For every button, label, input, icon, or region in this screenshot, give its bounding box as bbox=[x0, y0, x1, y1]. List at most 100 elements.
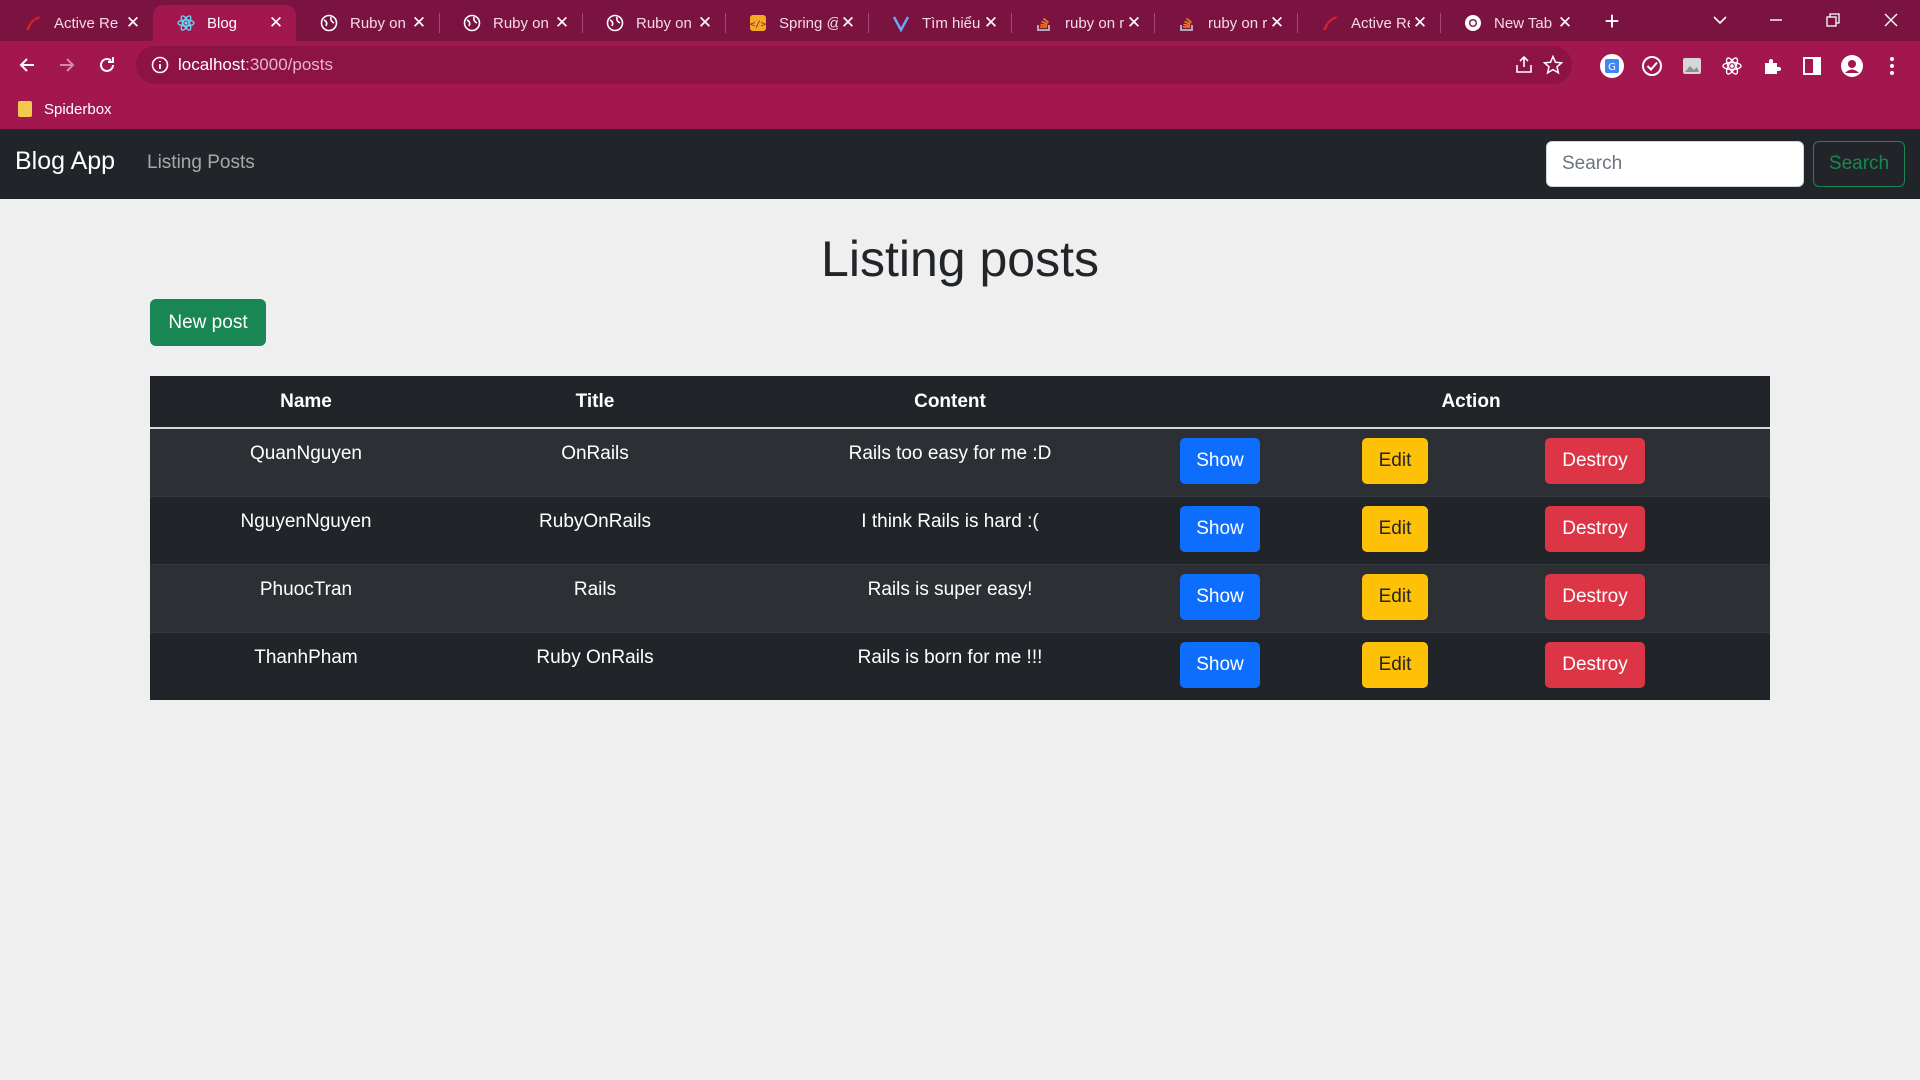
stackoverflow-icon bbox=[1178, 14, 1196, 32]
cell-content: Rails is born for me !!! bbox=[728, 631, 1172, 700]
tab-title: Ruby on R bbox=[350, 14, 409, 32]
row-actions: Show Edit Destroy bbox=[1172, 505, 1770, 552]
table-header-row: Name Title Content Action bbox=[150, 376, 1770, 429]
react-icon bbox=[177, 14, 195, 32]
destroy-button[interactable]: Destroy bbox=[1545, 573, 1645, 620]
close-icon[interactable]: ✕ bbox=[981, 13, 1001, 33]
show-button[interactable]: Show bbox=[1180, 641, 1260, 688]
table-row: PhuocTran Rails Rails is super easy! Sho… bbox=[150, 563, 1770, 632]
show-button[interactable]: Show bbox=[1180, 438, 1260, 484]
cell-title: OnRails bbox=[561, 443, 629, 464]
tab-title: Ruby on R bbox=[636, 14, 695, 32]
browser-tab[interactable]: Active Re ✕ bbox=[1297, 5, 1440, 41]
bookmark-folder[interactable]: Spiderbox bbox=[18, 97, 112, 121]
code-icon: </> bbox=[749, 14, 767, 32]
close-icon[interactable]: ✕ bbox=[409, 13, 429, 33]
browser-tab[interactable]: Tìm hiểu ✕ bbox=[868, 5, 1011, 41]
new-tab-button[interactable]: + bbox=[1598, 6, 1626, 36]
globe-icon bbox=[320, 14, 338, 32]
share-icon[interactable] bbox=[1513, 54, 1535, 76]
profile-avatar-icon[interactable] bbox=[1839, 53, 1865, 79]
new-post-button[interactable]: New post bbox=[150, 299, 266, 346]
browser-tab[interactable]: Ruby on R ✕ bbox=[296, 5, 439, 41]
table-row: NguyenNguyen RubyOnRails I think Rails i… bbox=[150, 495, 1770, 564]
cell-name: NguyenNguyen bbox=[150, 495, 462, 564]
folder-icon bbox=[18, 101, 32, 117]
show-button[interactable]: Show bbox=[1180, 505, 1260, 552]
translate-extension-icon[interactable]: G bbox=[1599, 53, 1625, 79]
column-header-title: Title bbox=[462, 376, 728, 429]
forward-button[interactable] bbox=[51, 49, 83, 81]
check-extension-icon[interactable] bbox=[1639, 53, 1665, 79]
restore-button[interactable] bbox=[1813, 6, 1853, 34]
menu-kebab-icon[interactable] bbox=[1879, 53, 1905, 79]
close-icon[interactable]: ✕ bbox=[266, 13, 286, 33]
cell-name: ThanhPham bbox=[150, 631, 462, 700]
info-icon[interactable] bbox=[150, 55, 170, 75]
url-host: localhost bbox=[178, 55, 246, 74]
close-icon[interactable]: ✕ bbox=[695, 13, 715, 33]
chevron-down-icon bbox=[1713, 16, 1727, 25]
star-icon[interactable] bbox=[1542, 54, 1564, 76]
browser-tab[interactable]: ruby on r ✕ bbox=[1154, 5, 1297, 41]
edit-button[interactable]: Edit bbox=[1362, 505, 1428, 552]
destroy-button[interactable]: Destroy bbox=[1545, 438, 1645, 484]
globe-icon bbox=[606, 14, 624, 32]
edit-button[interactable]: Edit bbox=[1362, 438, 1428, 484]
image-extension-icon[interactable] bbox=[1679, 53, 1705, 79]
tab-title: Active Re bbox=[1351, 14, 1410, 32]
close-icon[interactable]: ✕ bbox=[1555, 13, 1575, 33]
search-input[interactable] bbox=[1546, 141, 1804, 187]
browser-tab[interactable]: Ruby on R ✕ bbox=[439, 5, 582, 41]
address-bar[interactable]: localhost:3000/posts bbox=[136, 46, 1572, 84]
minimize-button[interactable] bbox=[1756, 6, 1796, 34]
browser-tab[interactable]: </> Spring @ ✕ bbox=[725, 5, 868, 41]
close-icon[interactable]: ✕ bbox=[552, 13, 572, 33]
cell-title: RubyOnRails bbox=[462, 495, 728, 564]
close-icon[interactable]: ✕ bbox=[1410, 13, 1430, 33]
page-viewport: Blog App Listing Posts Search Listing po… bbox=[0, 129, 1920, 1080]
side-panel-icon[interactable] bbox=[1799, 53, 1825, 79]
reload-button[interactable] bbox=[91, 49, 123, 81]
react-devtools-icon[interactable] bbox=[1719, 53, 1745, 79]
browser-tab-active[interactable]: Blog ✕ bbox=[153, 5, 296, 41]
destroy-button[interactable]: Destroy bbox=[1545, 505, 1645, 552]
rails-icon bbox=[1321, 14, 1339, 32]
row-actions: Show Edit Destroy bbox=[1172, 573, 1770, 620]
search-button[interactable]: Search bbox=[1813, 141, 1905, 187]
destroy-button[interactable]: Destroy bbox=[1545, 641, 1645, 688]
rails-icon bbox=[24, 14, 42, 32]
bookmark-label: Spiderbox bbox=[44, 100, 112, 118]
bookmarks-bar: Spiderbox bbox=[0, 89, 1920, 129]
brand-link[interactable]: Blog App bbox=[15, 147, 115, 176]
tab-search-button[interactable] bbox=[1700, 6, 1740, 34]
viblo-icon bbox=[892, 14, 910, 32]
app-navbar: Blog App Listing Posts Search bbox=[0, 129, 1920, 199]
close-icon[interactable]: ✕ bbox=[1124, 13, 1144, 33]
browser-toolbar: localhost:3000/posts G bbox=[0, 41, 1920, 89]
minimize-icon bbox=[1770, 19, 1782, 21]
browser-tab[interactable]: Ruby on R ✕ bbox=[582, 5, 725, 41]
arrow-right-icon bbox=[60, 58, 75, 72]
browser-tab[interactable]: ruby on r ✕ bbox=[1011, 5, 1154, 41]
show-button[interactable]: Show bbox=[1180, 573, 1260, 620]
url-text[interactable]: localhost:3000/posts bbox=[178, 55, 333, 75]
column-header-action: Action bbox=[1172, 376, 1770, 429]
close-icon[interactable]: ✕ bbox=[838, 13, 858, 33]
close-icon[interactable]: ✕ bbox=[1267, 13, 1287, 33]
edit-button[interactable]: Edit bbox=[1362, 641, 1428, 688]
tab-title: Active Re bbox=[54, 14, 119, 32]
close-window-button[interactable] bbox=[1871, 6, 1911, 34]
edit-button[interactable]: Edit bbox=[1362, 573, 1428, 620]
browser-tab[interactable]: Active Re ✕ bbox=[0, 5, 153, 41]
close-icon[interactable]: ✕ bbox=[123, 13, 143, 33]
browser-tab[interactable]: New Tab ✕ bbox=[1440, 5, 1585, 41]
nav-link-listing-posts[interactable]: Listing Posts bbox=[147, 152, 255, 174]
back-button[interactable] bbox=[11, 49, 43, 81]
cell-content: I think Rails is hard :( bbox=[728, 495, 1172, 564]
column-header-content: Content bbox=[728, 376, 1172, 429]
table-row: QuanNguyen OnRails Rails too easy for me… bbox=[150, 428, 1770, 496]
cell-actions: Show Edit Destroy bbox=[1172, 428, 1770, 496]
extensions-puzzle-icon[interactable] bbox=[1759, 53, 1785, 79]
row-actions: Show Edit Destroy bbox=[1172, 438, 1770, 484]
